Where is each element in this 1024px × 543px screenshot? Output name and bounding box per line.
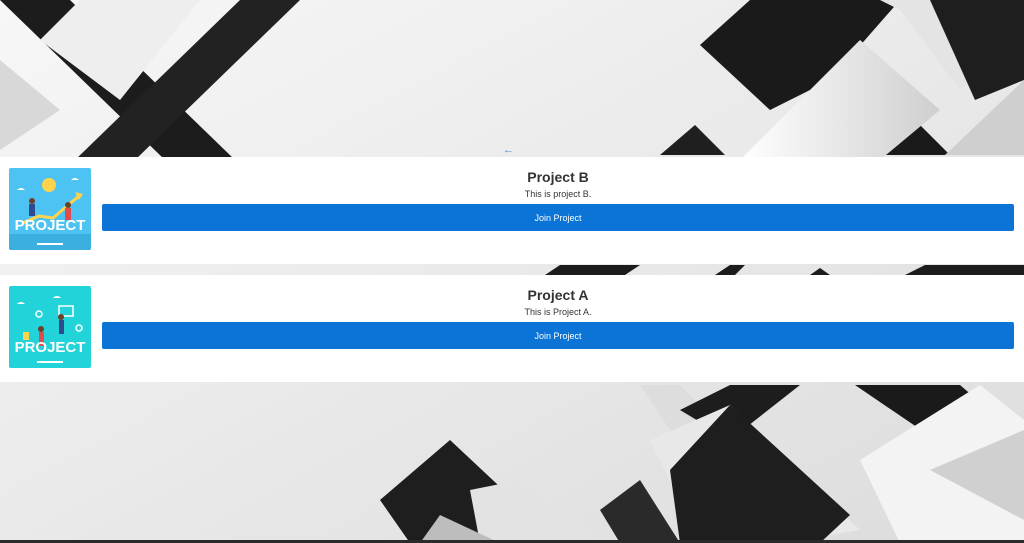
project-title: Project A [527,287,589,303]
project-description: This is Project A. [524,307,592,317]
project-card: PROJECT Project A This is Project A. Joi… [0,275,1024,382]
join-project-button[interactable]: Join Project [102,322,1014,349]
thumbnail-text: PROJECT [15,217,86,234]
back-arrow-icon[interactable]: ← [503,144,514,156]
project-description: This is project B. [524,189,592,199]
background-pattern [0,0,1024,543]
project-title: Project B [527,169,589,185]
project-illustration-icon: PROJECT [9,168,91,250]
thumbnail-text: PROJECT [15,339,86,356]
project-card: PROJECT Project B This is project B. Joi… [0,157,1024,264]
join-project-button[interactable]: Join Project [102,204,1014,231]
project-illustration-icon: PROJECT [9,286,91,368]
